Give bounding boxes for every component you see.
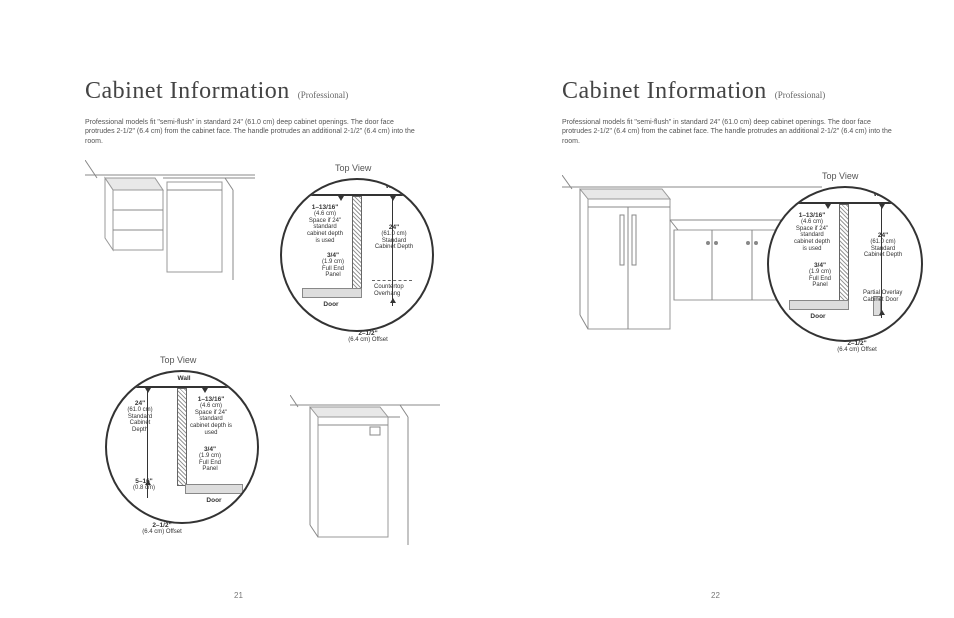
offset-label-lower: 2–1/2" (6.4 cm) Offset xyxy=(132,522,192,536)
page-subtitle: (Professional) xyxy=(775,90,826,100)
spacer-cm: (4.6 cm) xyxy=(314,211,336,217)
intro-paragraph-right: Professional models fit "semi-flush" in … xyxy=(562,118,892,146)
wall-label2: Wall xyxy=(169,375,199,382)
overhang-label: Countertop Overhang xyxy=(374,284,418,297)
circle-detail-right: Wall 1–13/16" (4.6 cm) Space if 24" stan… xyxy=(767,186,923,342)
page-number-left: 21 xyxy=(234,591,243,600)
iso-cabinet-lower xyxy=(290,395,440,555)
wall-label: Wall xyxy=(377,183,407,190)
spacer-dim: 1–13/16" xyxy=(304,204,346,211)
panel-dim2: 3/4" xyxy=(193,446,227,453)
overlay-label: Partial Overlay Cabinet Door xyxy=(863,290,911,303)
door-label: Door xyxy=(316,301,346,308)
panel-dim-r: 3/4" xyxy=(803,262,837,269)
depth-cm: (61.0 cm) xyxy=(381,231,406,237)
door-label-r: Door xyxy=(803,313,833,320)
top-view-label-upper: Top View xyxy=(335,163,371,173)
door-label2: Door xyxy=(199,497,229,504)
panel-cm: (1.9 cm) xyxy=(322,259,344,265)
panel-dim: 3/4" xyxy=(316,252,350,259)
gap-dim: 5–16" xyxy=(127,478,161,485)
page-title: Cabinet Information xyxy=(85,78,290,104)
title-row-left: Cabinet Information (Professional) xyxy=(85,78,348,105)
page-number-right: 22 xyxy=(711,591,720,600)
top-view-label-lower: Top View xyxy=(160,355,196,365)
wall-label-r: Wall xyxy=(865,191,895,198)
iso-cabinet-upper xyxy=(85,160,255,310)
top-view-label-right: Top View xyxy=(822,171,858,181)
depth-dim2: 24" xyxy=(121,400,159,407)
title-row-right: Cabinet Information (Professional) xyxy=(562,78,825,105)
spacer-dim2: 1–13/16" xyxy=(189,396,233,403)
spacer-txt: Space if 24" standard cabinet depth is u… xyxy=(307,218,343,244)
spacer-dim-r: 1–13/16" xyxy=(791,212,833,219)
depth-txt: Standard Cabinet Depth xyxy=(375,238,413,251)
depth-dim: 24" xyxy=(374,224,414,231)
depth-dim-r: 24" xyxy=(863,232,903,239)
intro-paragraph-left: Professional models fit "semi-flush" in … xyxy=(85,118,415,146)
page-right: Cabinet Information (Professional) Profe… xyxy=(477,0,954,618)
panel-txt: Full End Panel xyxy=(322,266,344,279)
offset-label-upper: 2–1/2" (6.4 cm) Offset xyxy=(338,330,398,344)
circle-detail-lower-left: Wall 24" (61.0 cm) Standard Cabinet Dept… xyxy=(105,370,259,524)
circle-detail-upper-left: Wall 1–13/16" (4.6 cm) Space if 24" stan… xyxy=(280,178,434,332)
offset-label-right: 2–1/2" (6.4 cm) Offset xyxy=(827,340,887,354)
page-title: Cabinet Information xyxy=(562,78,767,104)
page-subtitle: (Professional) xyxy=(298,90,349,100)
page-left: Cabinet Information (Professional) Profe… xyxy=(0,0,477,618)
